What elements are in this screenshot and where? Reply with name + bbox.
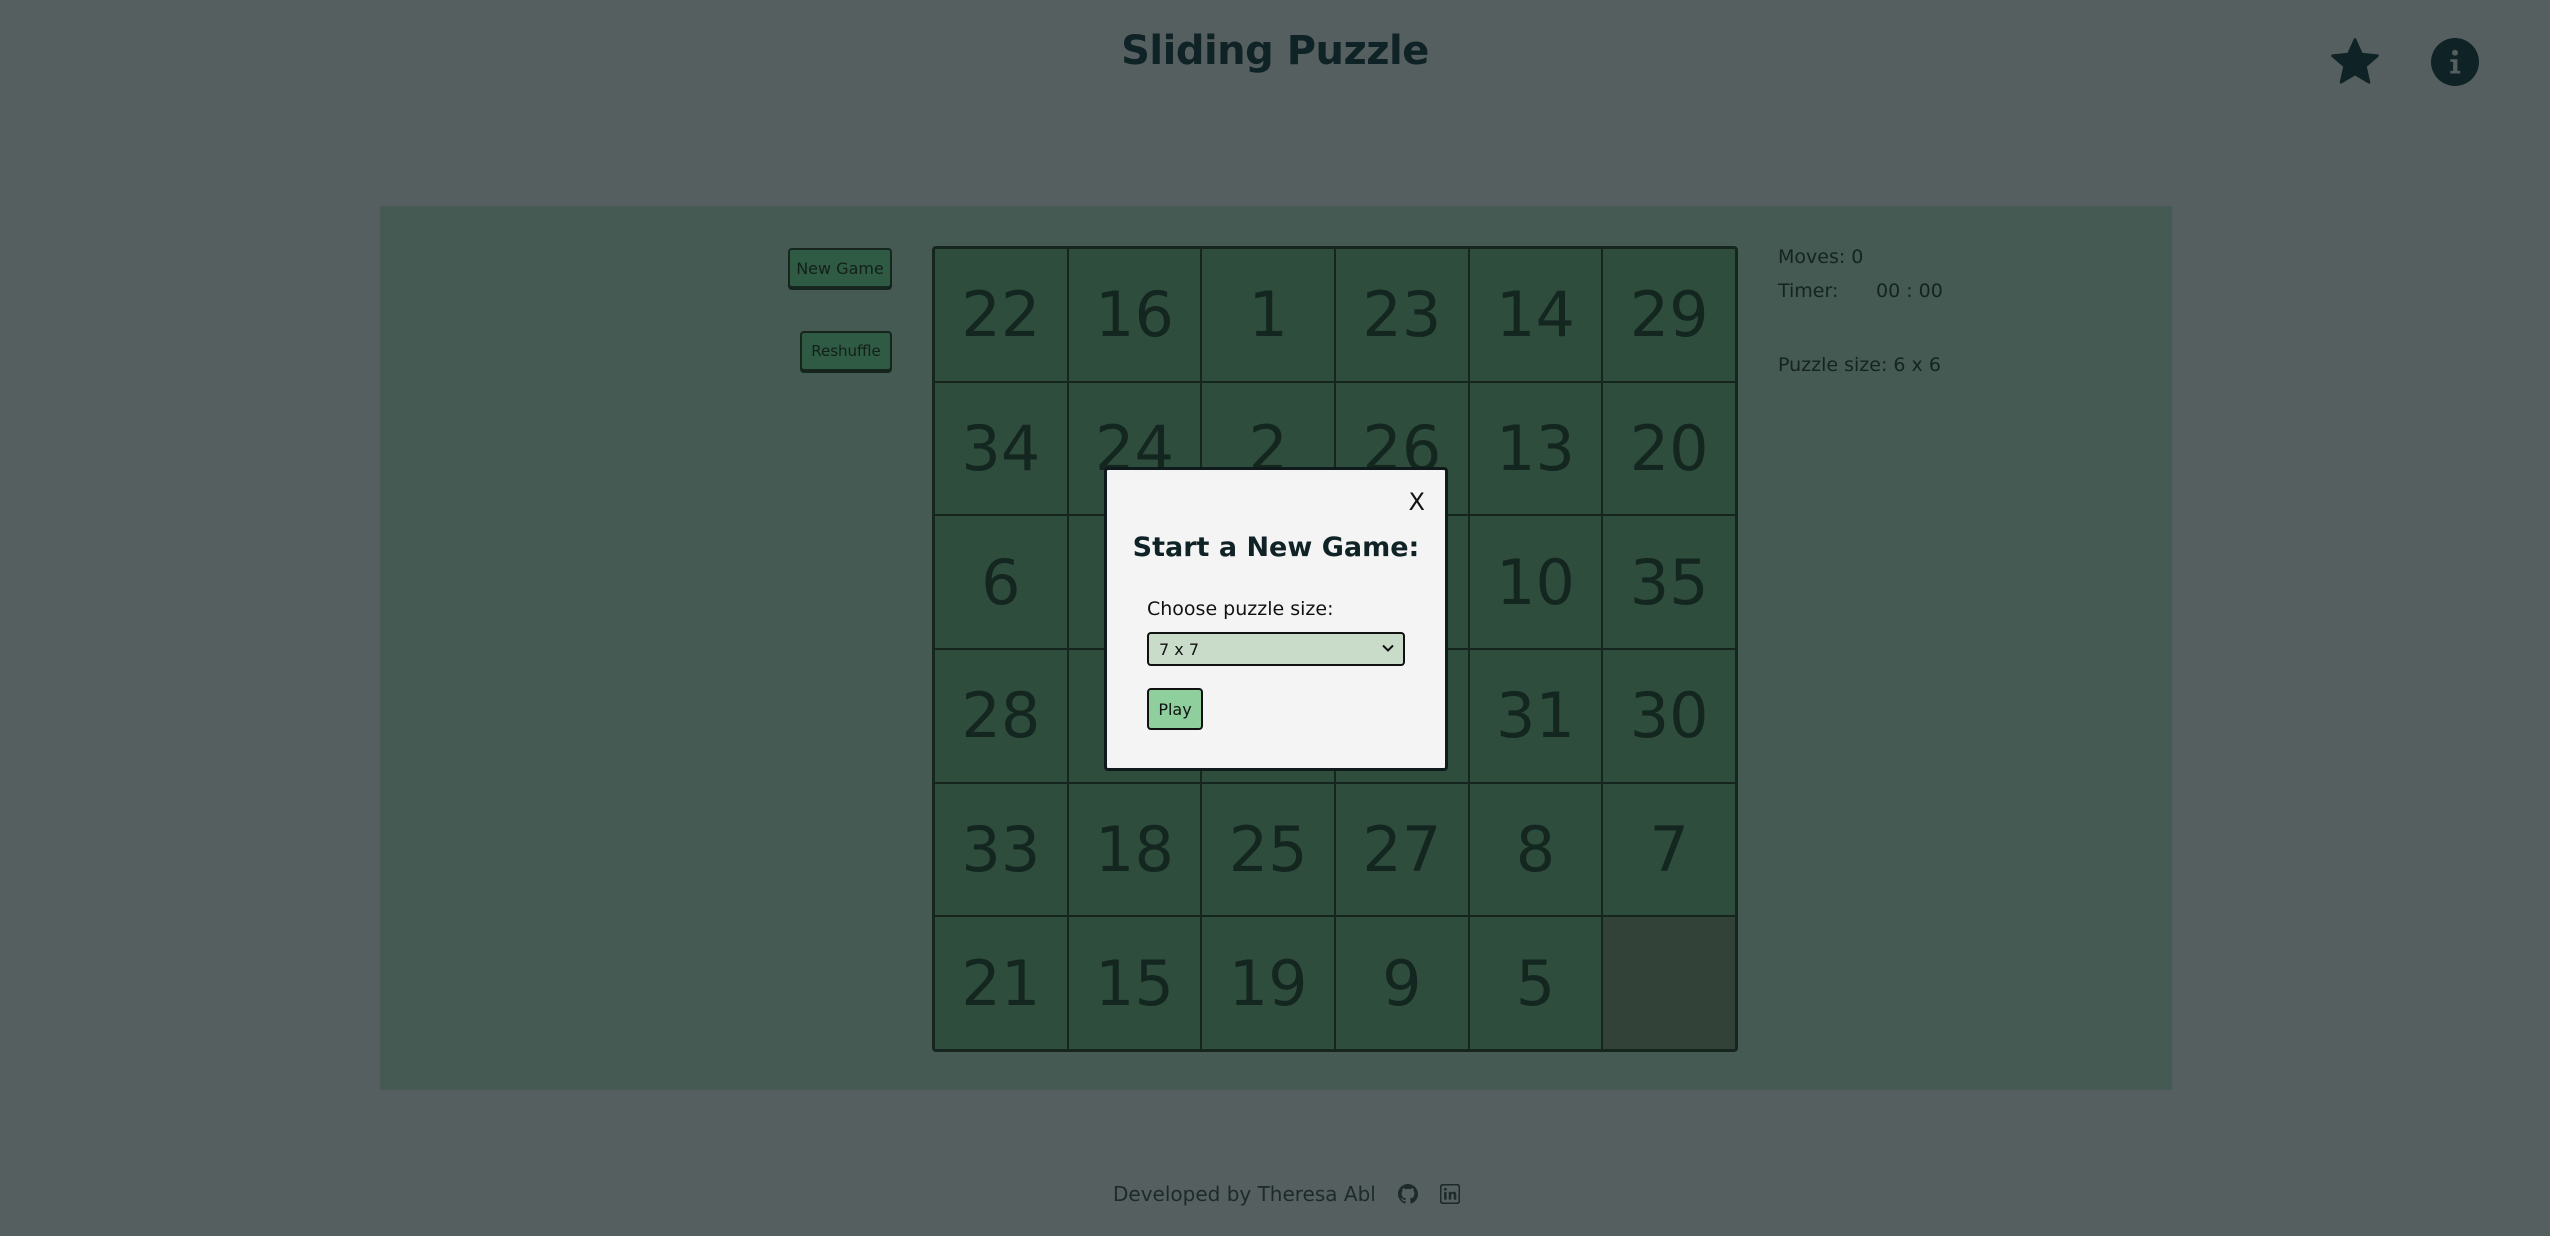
puzzle-tile[interactable]: 23 <box>1335 248 1469 382</box>
puzzle-tile[interactable]: 20 <box>1602 381 1736 516</box>
moves-counter: Moves: 0 <box>1778 246 1864 268</box>
page-title: Sliding Puzzle <box>1121 28 1429 74</box>
footer: Developed by Theresa Abl <box>1113 1182 1460 1206</box>
puzzle-tile[interactable]: 25 <box>1201 782 1335 917</box>
modal-title: Start a New Game: <box>1132 532 1420 563</box>
puzzle-tile[interactable]: 16 <box>1067 248 1202 382</box>
favorite-button[interactable] <box>2325 32 2385 92</box>
puzzle-tile[interactable]: 13 <box>1468 381 1603 516</box>
puzzle-tile[interactable]: 15 <box>1067 916 1202 1050</box>
puzzle-tile[interactable]: 27 <box>1335 782 1469 917</box>
linkedin-icon[interactable] <box>1439 1184 1460 1204</box>
info-button[interactable] <box>2425 32 2485 92</box>
puzzle-tile[interactable]: 21 <box>934 916 1068 1050</box>
puzzle-tile[interactable]: 5 <box>1468 916 1603 1050</box>
puzzle-tile[interactable]: 10 <box>1468 515 1603 649</box>
puzzle-size-selected: 7 x 7 <box>1159 639 1199 659</box>
footer-credit: Developed by Theresa Abl <box>1113 1182 1376 1206</box>
empty-tile <box>1602 916 1736 1050</box>
puzzle-tile[interactable]: 28 <box>934 649 1068 783</box>
puzzle-tile[interactable]: 7 <box>1602 782 1736 917</box>
new-game-modal: X Start a New Game: Choose puzzle size: … <box>1104 467 1448 771</box>
timer-label: Timer: <box>1778 280 1839 302</box>
puzzle-tile[interactable]: 35 <box>1602 515 1736 649</box>
github-icon[interactable] <box>1397 1184 1418 1204</box>
puzzle-tile[interactable]: 33 <box>934 782 1068 917</box>
puzzle-tile[interactable]: 29 <box>1602 248 1736 382</box>
puzzle-size-select[interactable]: 7 x 7 <box>1147 632 1405 666</box>
chevron-down-icon <box>1382 644 1394 652</box>
puzzle-tile[interactable]: 19 <box>1201 916 1335 1050</box>
reshuffle-button[interactable]: Reshuffle <box>800 331 892 371</box>
puzzle-tile[interactable]: 6 <box>934 515 1068 649</box>
star-icon <box>2331 38 2379 84</box>
play-button[interactable]: Play <box>1147 688 1203 730</box>
puzzle-tile[interactable]: 18 <box>1067 782 1202 917</box>
puzzle-tile[interactable]: 31 <box>1468 649 1603 783</box>
puzzle-tile[interactable]: 34 <box>934 381 1068 516</box>
puzzle-tile[interactable]: 14 <box>1468 248 1603 382</box>
info-icon <box>2431 38 2479 86</box>
puzzle-tile[interactable]: 1 <box>1201 248 1335 382</box>
puzzle-tile[interactable]: 30 <box>1602 649 1736 783</box>
puzzle-tile[interactable]: 9 <box>1335 916 1469 1050</box>
puzzle-size-info: Puzzle size: 6 x 6 <box>1778 354 1941 376</box>
close-icon[interactable]: X <box>1409 488 1425 516</box>
timer-value: 00 : 00 <box>1876 280 1943 302</box>
new-game-button[interactable]: New Game <box>788 248 892 288</box>
puzzle-tile[interactable]: 22 <box>934 248 1068 382</box>
puzzle-tile[interactable]: 8 <box>1468 782 1603 917</box>
puzzle-size-label: Choose puzzle size: <box>1147 598 1334 620</box>
